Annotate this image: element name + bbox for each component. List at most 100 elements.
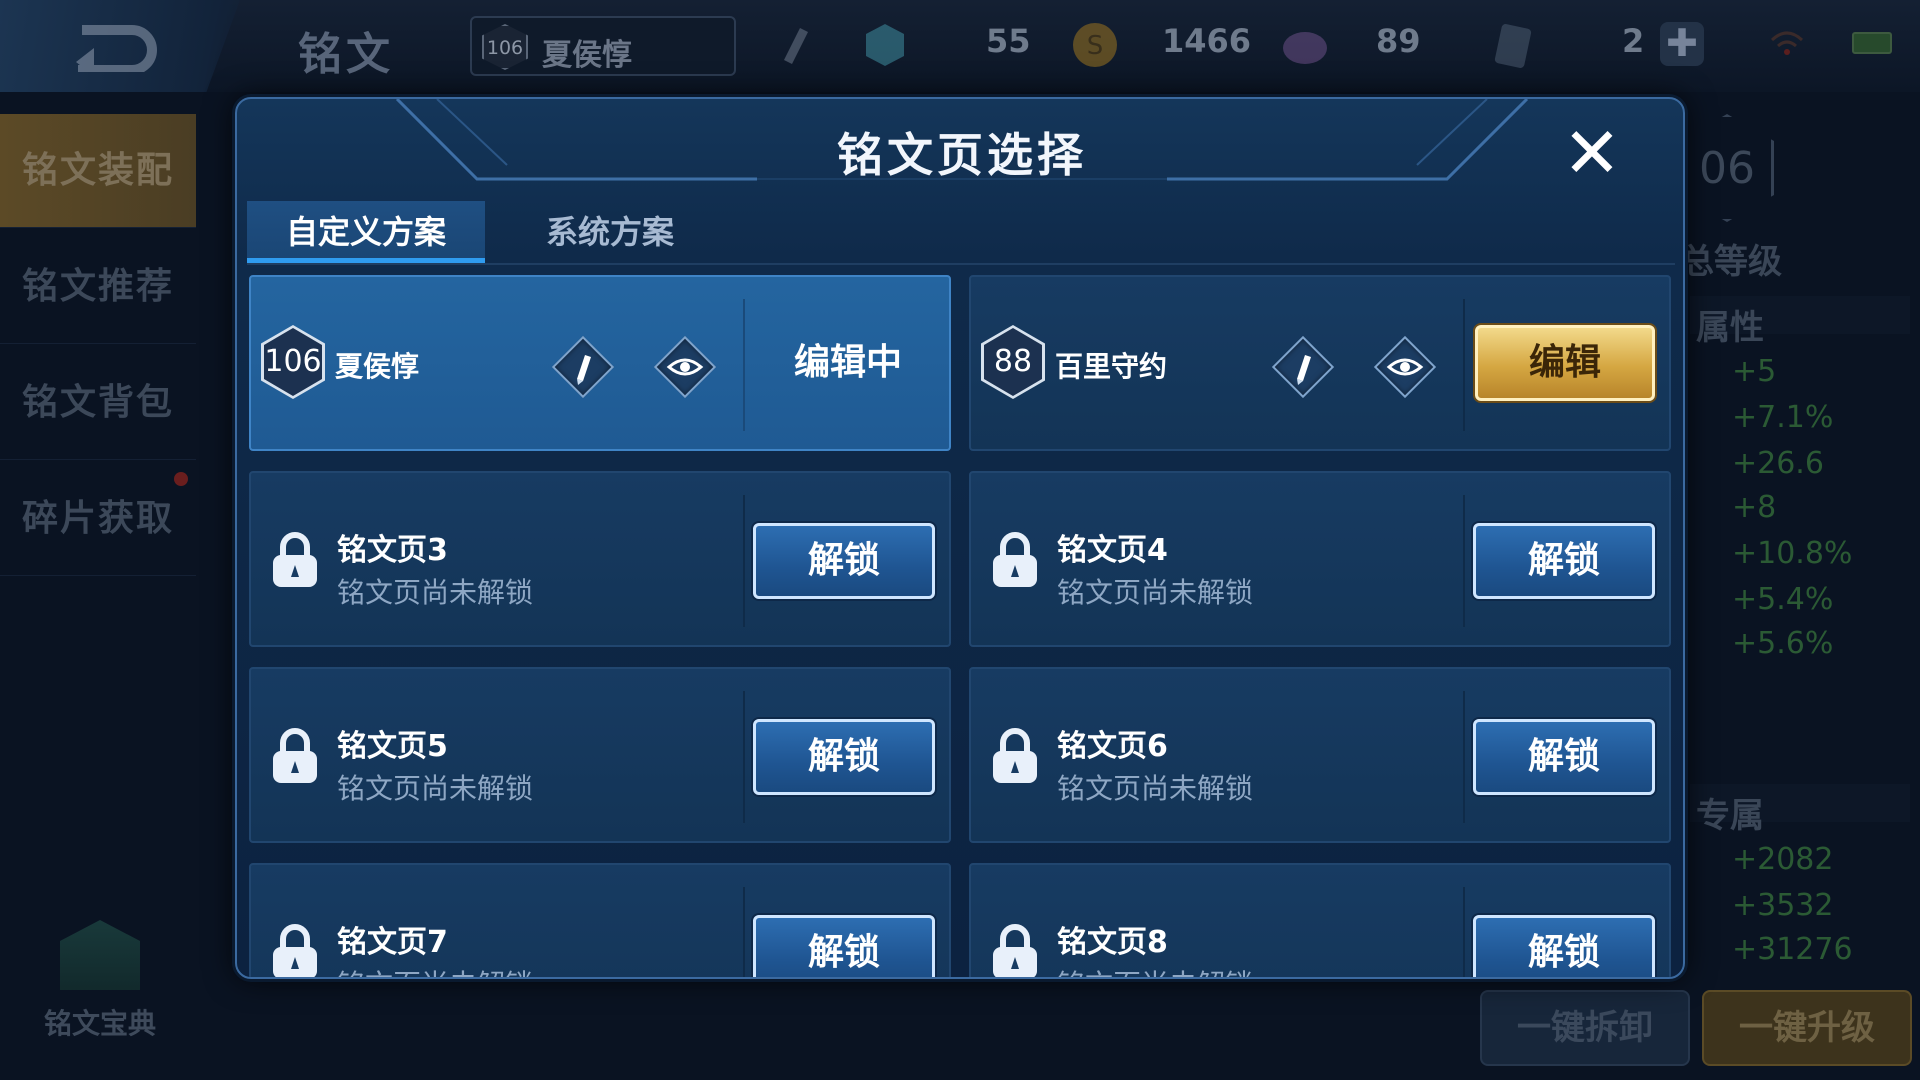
stat-value: +7.1%	[1732, 400, 1834, 435]
stat-value: +8	[1732, 490, 1777, 525]
page-status: 铭文页尚未解锁	[337, 772, 534, 805]
rune-page-grid: 106 夏侯惇 编辑中 88 百里守约 编辑 铭文页3 铭文页尚未解锁 解锁 铭…	[249, 275, 1675, 977]
preview-button[interactable]	[649, 331, 721, 403]
page-status: 铭文页尚未解锁	[1057, 576, 1254, 609]
nav-item-recommend[interactable]: 铭文推荐	[0, 230, 196, 344]
hero-level-value: 88	[984, 328, 1042, 396]
coupon-icon	[1490, 20, 1536, 70]
rune-page-card-2[interactable]: 88 百里守约 编辑	[969, 275, 1671, 451]
eye-icon	[666, 358, 704, 376]
hero-level-badge: 106	[261, 325, 325, 399]
page-status: 铭文页尚未解锁	[1057, 963, 1253, 977]
lock-icon	[273, 924, 317, 977]
current-hero-chip[interactable]: 106 夏侯惇	[470, 16, 736, 76]
hero-name: 夏侯惇	[335, 350, 420, 383]
crystal-count: 55	[986, 22, 1031, 60]
unlock-button[interactable]: 解锁	[753, 915, 935, 977]
pencil-icon	[1297, 355, 1311, 385]
edit-button[interactable]: 编辑	[1475, 325, 1655, 401]
crystal-icon	[862, 20, 908, 70]
hero-level-badge: 106	[482, 24, 528, 70]
wifi-icon	[1770, 31, 1804, 55]
gem-count: 89	[1376, 22, 1421, 60]
preview-button[interactable]	[1369, 331, 1441, 403]
page-status: 铭文页尚未解锁	[337, 576, 534, 609]
stat-value: +5	[1732, 354, 1777, 389]
unlock-button[interactable]: 解锁	[753, 719, 935, 795]
total-level-badge: 06	[1680, 114, 1774, 222]
card-divider	[1463, 299, 1465, 431]
nav-item-fragments[interactable]: 碎片获取	[0, 462, 196, 576]
dismantle-all-button[interactable]: 一键拆卸	[1480, 990, 1690, 1066]
rune-page-card-3: 铭文页3 铭文页尚未解锁 解锁	[249, 471, 951, 647]
attr-title: 属性	[1696, 308, 1764, 348]
hero-level-badge: 88	[981, 325, 1045, 399]
card-divider	[1463, 887, 1465, 977]
page-name: 铭文页8	[1057, 925, 1168, 960]
battery-icon	[1852, 32, 1892, 54]
lock-icon	[273, 532, 317, 587]
back-button[interactable]	[0, 0, 240, 92]
stat-value: +26.6	[1732, 446, 1824, 481]
codex-button[interactable]: 铭文宝典	[40, 920, 160, 1050]
hero-level-value: 106	[264, 328, 322, 396]
unlock-button[interactable]: 解锁	[1473, 523, 1655, 599]
upgrade-all-button[interactable]: 一键升级	[1702, 990, 1912, 1066]
rune-page-card-7: 铭文页7 铭文页尚未解锁 解锁	[249, 863, 951, 977]
nav-item-backpack[interactable]: 铭文背包	[0, 346, 196, 460]
tab-system-plan[interactable]: 系统方案	[491, 201, 729, 263]
page-name: 铭文页5	[337, 729, 448, 764]
exclusive-stat: +2082	[1732, 842, 1834, 877]
gem-icon	[1280, 20, 1327, 70]
page-name: 铭文页6	[1057, 729, 1168, 764]
hero-name: 夏侯惇	[542, 38, 632, 73]
rename-button[interactable]	[1267, 331, 1339, 403]
close-button[interactable]: ✕	[1555, 117, 1629, 191]
page-status: 铭文页尚未解锁	[337, 963, 533, 977]
page-status: 铭文页尚未解锁	[1057, 772, 1254, 805]
unlock-button[interactable]: 解锁	[1473, 719, 1655, 795]
exclusive-stat: +31276	[1732, 932, 1853, 967]
card-divider	[1463, 495, 1465, 627]
tab-custom-plan[interactable]: 自定义方案	[247, 201, 485, 263]
coupon-count: 2	[1622, 22, 1645, 60]
pencil-icon	[577, 355, 591, 385]
lock-icon	[993, 728, 1037, 783]
svg-text:S: S	[1087, 31, 1104, 61]
exclusive-title: 专属	[1696, 796, 1764, 836]
card-divider	[743, 691, 745, 823]
eye-icon	[1386, 358, 1424, 376]
total-level-label: 总等级	[1680, 242, 1782, 282]
exclusive-stat: +3532	[1732, 888, 1834, 923]
hero-name: 百里守约	[1055, 350, 1168, 383]
stat-value: +5.4%	[1732, 582, 1834, 617]
book-icon	[60, 920, 140, 990]
right-panel: 06 总等级 属性 +5 +7.1% +26.6 +8 +10.8% +5.4%…	[1680, 100, 1920, 1080]
notification-dot	[174, 472, 188, 486]
pen-icon[interactable]	[770, 20, 816, 70]
lock-icon	[273, 728, 317, 783]
card-divider	[743, 495, 745, 627]
gold-coin-icon: S	[1070, 20, 1117, 70]
lock-icon	[993, 532, 1037, 587]
nav-item-equip[interactable]: 铭文装配	[0, 114, 196, 228]
gold-count: 1466	[1162, 22, 1252, 60]
rune-page-card-1[interactable]: 106 夏侯惇 编辑中	[249, 275, 951, 451]
tab-bar: 自定义方案 系统方案	[247, 201, 1675, 265]
rune-page-card-8: 铭文页8 铭文页尚未解锁 解锁	[969, 863, 1671, 977]
unlock-button[interactable]: 解锁	[1473, 915, 1655, 977]
add-currency-button[interactable]: ✚	[1660, 22, 1704, 66]
top-bar: 铭文 106 夏侯惇 55 S 1466 89 2 ✚	[0, 0, 1920, 92]
rename-button[interactable]	[547, 331, 619, 403]
codex-label: 铭文宝典	[43, 1007, 156, 1040]
stat-value: +10.8%	[1732, 536, 1853, 571]
stat-value: +5.6%	[1732, 626, 1834, 661]
rune-page-card-6: 铭文页6 铭文页尚未解锁 解锁	[969, 667, 1671, 843]
unlock-button[interactable]: 解锁	[753, 523, 935, 599]
lock-icon	[993, 924, 1037, 977]
screen-title: 铭文	[298, 29, 394, 80]
page-name: 铭文页7	[337, 925, 448, 960]
page-name: 铭文页3	[337, 533, 448, 568]
modal-title: 铭文页选择	[837, 128, 1087, 182]
card-divider	[743, 887, 745, 977]
